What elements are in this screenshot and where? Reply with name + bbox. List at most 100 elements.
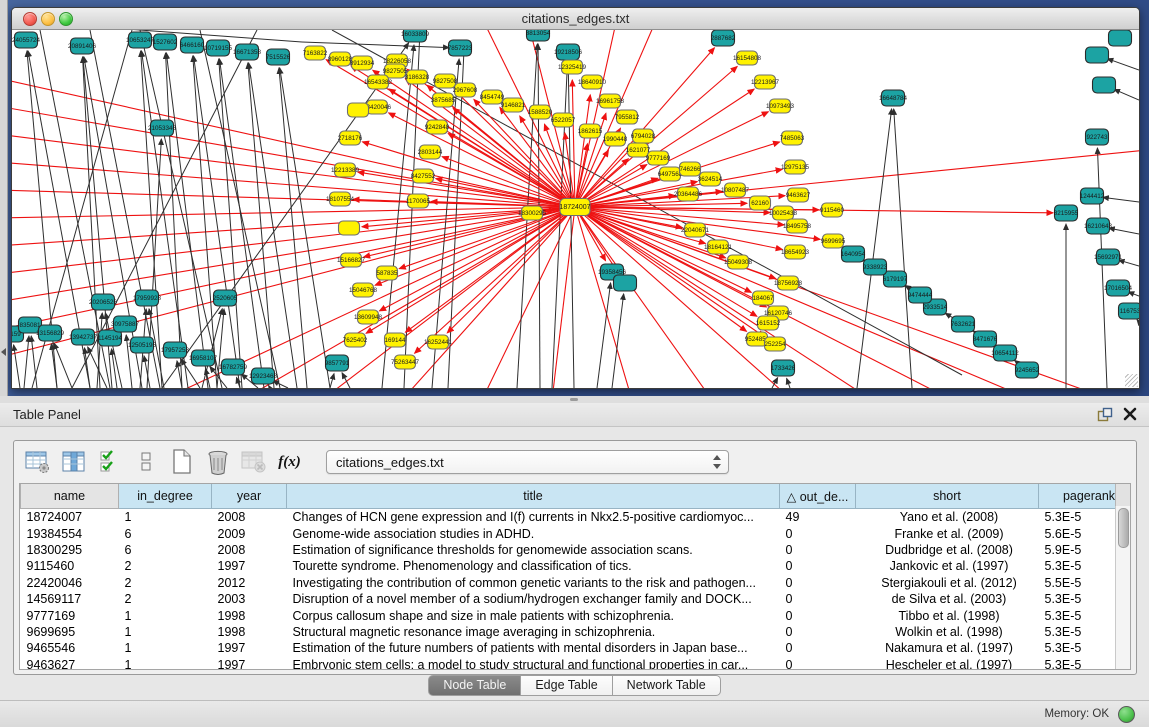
show-columns-button[interactable]: [60, 449, 87, 476]
graph-node-label: 16648784: [879, 95, 908, 102]
cell: 0: [780, 542, 856, 558]
cell: 1: [119, 607, 212, 623]
row-height-icon: [140, 450, 152, 474]
cell: Yano et al. (2008): [856, 509, 1039, 526]
table-row[interactable]: 1938455462009Genome-wide association stu…: [21, 525, 1132, 541]
graph-node-label: 2933514: [923, 304, 948, 311]
graph-node-label: 7625402: [343, 337, 368, 344]
graph-node-teal[interactable]: [1109, 30, 1132, 46]
create-column-button[interactable]: [168, 449, 195, 476]
graph-node-label: 9827508: [433, 78, 458, 85]
table-row[interactable]: 977716911998Corpus callosum shape and si…: [21, 607, 1132, 623]
column-header-out_de[interactable]: △ out_de...: [780, 484, 856, 509]
scrollbar-thumb[interactable]: [1118, 508, 1129, 548]
graph-node-teal[interactable]: [1093, 77, 1116, 93]
table-selector-value: citations_edges.txt: [336, 455, 444, 470]
graph-node-label: 20206526: [89, 299, 118, 306]
graph-node-label: 10653247: [126, 37, 155, 44]
column-header-name[interactable]: name: [21, 484, 119, 509]
cell: 0: [780, 657, 856, 670]
graph-node-label: 19218506: [554, 49, 583, 56]
table-row[interactable]: 946554611997Estimation of the future num…: [21, 640, 1132, 656]
table-tabs: Node TableEdge TableNetwork Table: [0, 675, 1149, 695]
graph-node-label: 1990448: [603, 136, 628, 143]
function-builder-button[interactable]: f(x): [276, 449, 303, 476]
graph-node-label: 18107554: [326, 196, 355, 203]
float-panel-icon[interactable]: [1097, 407, 1113, 422]
graph-node-label: 1588520: [528, 109, 553, 116]
cell: 9699695: [21, 624, 119, 640]
graph-node-label: 16782759: [219, 364, 248, 371]
graph-node-label: 746266: [679, 166, 701, 173]
graph-node-yellow[interactable]: [348, 103, 369, 117]
tab-network-table[interactable]: Network Table: [613, 675, 721, 696]
panel-splitter[interactable]: [0, 396, 1149, 403]
graph-node-label: 922743: [1086, 134, 1108, 141]
cell: 18300295: [21, 542, 119, 558]
trash-icon: [206, 449, 230, 475]
graph-node-label: 587835: [376, 270, 398, 277]
cell: 6: [119, 542, 212, 558]
table-row[interactable]: 946362711997Embryonic stem cells: a mode…: [21, 657, 1132, 670]
graph-node-label: 12505195: [128, 342, 157, 349]
table-header-row: namein_degreeyeartitle△ out_de...shortpa…: [21, 484, 1132, 509]
column-header-in_degree[interactable]: in_degree: [119, 484, 212, 509]
column-header-title[interactable]: title: [287, 484, 780, 509]
delete-column-button[interactable]: [204, 449, 231, 476]
control-panel-collapsed-strip[interactable]: [0, 0, 8, 396]
table-mode-button[interactable]: [24, 449, 51, 476]
table-row[interactable]: 911546021997Tourette syndrome. Phenomeno…: [21, 558, 1132, 574]
table-row[interactable]: 2242004622012Investigating the contribut…: [21, 575, 1132, 591]
vertical-scrollbar[interactable]: [1115, 506, 1130, 669]
graph-node-label: 24055724: [12, 37, 40, 44]
graph-node-label: 6179197: [883, 276, 908, 283]
window-resize-grip-icon[interactable]: [1125, 374, 1138, 387]
graph-node-label: 20364486: [674, 191, 703, 198]
zoom-traffic-light[interactable]: [59, 12, 73, 26]
graph-node-label: 9115460: [820, 207, 845, 214]
cell: Wolkin et al. (1998): [856, 624, 1039, 640]
row-height-button[interactable]: [132, 449, 159, 476]
table-row[interactable]: 1456911722003Disruption of a novel membe…: [21, 591, 1132, 607]
column-header-short[interactable]: short: [856, 484, 1039, 509]
cell: 2: [119, 558, 212, 574]
column-header-year[interactable]: year: [212, 484, 287, 509]
graph-node-teal[interactable]: [614, 275, 637, 291]
minimize-traffic-light[interactable]: [41, 12, 55, 26]
tab-edge-table[interactable]: Edge Table: [521, 675, 612, 696]
cell: 2003: [212, 591, 287, 607]
graph-node-label: 62160: [751, 200, 769, 207]
cell: 1: [119, 624, 212, 640]
graph-node-label: 8186328: [405, 74, 430, 81]
cell: 9463627: [21, 657, 119, 670]
graph-node-label: 169144: [384, 337, 406, 344]
table-selector[interactable]: citations_edges.txt: [326, 450, 729, 474]
graph-node-label: 18495758: [783, 223, 812, 230]
tab-node-table[interactable]: Node Table: [428, 675, 521, 696]
table-row[interactable]: 1872400712008Changes of HCN gene express…: [21, 509, 1132, 526]
table-row[interactable]: 1830029562008Estimation of significance …: [21, 542, 1132, 558]
delete-table-button[interactable]: [240, 449, 267, 476]
cell: 2: [119, 575, 212, 591]
network-canvas[interactable]: 1872400724055724208914061065324715276026…: [12, 30, 1139, 388]
network-desktop: citations_edges.txt 18724007240557242089…: [0, 0, 1149, 396]
graph-node-teal[interactable]: [1086, 47, 1109, 63]
cell: Corpus callosum shape and size in male p…: [287, 607, 780, 623]
graph-node-label: 835081: [19, 322, 41, 329]
memory-status-label: Memory: OK: [1044, 708, 1109, 720]
graph-node-label: 2520605: [213, 295, 238, 302]
table-row[interactable]: 969969511998Structural magnetic resonanc…: [21, 624, 1132, 640]
node-table: namein_degreeyeartitle△ out_de...shortpa…: [19, 483, 1131, 670]
cell: 2012: [212, 575, 287, 591]
graph-node-label: 9463627: [786, 192, 811, 199]
graph-node-label: 18756928: [774, 280, 803, 287]
close-traffic-light[interactable]: [23, 12, 37, 26]
graph-node-label: 9474444: [908, 292, 933, 299]
graph-node-yellow[interactable]: [339, 221, 360, 235]
graph-node-label: 17959928: [133, 295, 162, 302]
selection-mode-button[interactable]: [96, 449, 123, 476]
status-bar: Memory: OK: [0, 700, 1149, 727]
memory-status-led-icon[interactable]: [1118, 706, 1135, 723]
network-window-titlebar[interactable]: citations_edges.txt: [12, 8, 1139, 30]
close-panel-icon[interactable]: [1123, 407, 1137, 421]
